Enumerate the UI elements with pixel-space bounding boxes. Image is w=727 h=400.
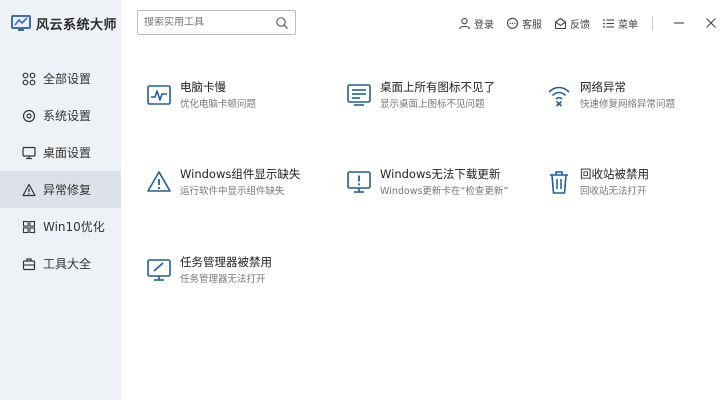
- sidebar-item-error-repair[interactable]: 异常修复: [0, 171, 121, 208]
- menu-label: 菜单: [618, 19, 638, 31]
- card-desc: 快速修复网络异常问题: [580, 99, 676, 110]
- card-desc: 回收站无法打开: [580, 186, 647, 197]
- service-label: 客服: [522, 19, 542, 31]
- sidebar-item-desktop-settings[interactable]: 桌面设置: [0, 134, 121, 171]
- repair-card-slow-pc[interactable]: 电脑卡慢 优化电脑卡顿问题: [146, 80, 336, 120]
- gear-icon: [22, 109, 36, 123]
- card-desc: 显示桌面上图标不见问题: [380, 99, 485, 110]
- mail-icon: [554, 17, 567, 29]
- card-title: Windows组件显示缺失: [180, 167, 301, 181]
- minimize-button[interactable]: [672, 16, 686, 30]
- repair-card-desktop-icons[interactable]: 桌面上所有图标不见了 显示桌面上图标不见问题: [346, 80, 536, 120]
- search-box[interactable]: [137, 10, 296, 35]
- search-icon[interactable]: [275, 16, 289, 30]
- feedback-button[interactable]: 反馈: [554, 16, 590, 31]
- sidebar-item-label: 工具大全: [43, 257, 92, 271]
- menu-button[interactable]: 菜单: [602, 16, 638, 31]
- user-icon: [458, 17, 471, 29]
- monitor-icon: [22, 146, 36, 160]
- sidebar-item-system-settings[interactable]: 系统设置: [0, 97, 121, 134]
- sidebar-item-label: 异常修复: [43, 183, 92, 197]
- sidebar: 风云系统大师 全部设置 系统设置 桌面设置 异常修复 Win10优化 工具大全: [0, 0, 121, 400]
- repair-card-task-manager[interactable]: 任务管理器被禁用 任务管理器无法打开: [146, 255, 336, 295]
- card-title: 桌面上所有图标不见了: [380, 80, 495, 94]
- close-icon: [706, 18, 716, 28]
- minimize-icon: [674, 22, 684, 24]
- card-title: Windows无法下载更新: [380, 167, 501, 181]
- search-input[interactable]: [144, 17, 275, 28]
- sidebar-item-all-settings[interactable]: 全部设置: [0, 60, 121, 97]
- main-panel: 登录 客服 反馈 菜单 电脑卡慢 优化电脑卡顿问题: [121, 0, 727, 400]
- card-desc: 运行软件中显示组件缺失: [180, 186, 285, 197]
- app-logo: 风云系统大师: [10, 12, 117, 34]
- sidebar-item-tools[interactable]: 工具大全: [0, 245, 121, 282]
- card-title: 回收站被禁用: [580, 167, 649, 181]
- chat-icon: [506, 17, 519, 29]
- warning-triangle-icon: [146, 169, 172, 195]
- repair-card-network[interactable]: 网络异常 快速修复网络异常问题: [546, 80, 727, 120]
- repair-card-recycle-bin[interactable]: 回收站被禁用 回收站无法打开: [546, 167, 727, 207]
- card-title: 电脑卡慢: [180, 80, 226, 94]
- repair-card-windows-components[interactable]: Windows组件显示缺失 运行软件中显示组件缺失: [146, 167, 336, 207]
- sidebar-item-label: 全部设置: [43, 72, 92, 86]
- pulse-chart-icon: [146, 82, 172, 108]
- desktop-list-icon: [346, 82, 372, 108]
- close-button[interactable]: [704, 16, 718, 30]
- sidebar-item-win10-optimize[interactable]: Win10优化: [0, 208, 121, 245]
- menu-list-icon: [603, 18, 614, 28]
- top-toolbar: 登录 客服 反馈 菜单: [458, 14, 727, 32]
- service-button[interactable]: 客服: [506, 16, 542, 31]
- card-desc: 任务管理器无法打开: [180, 274, 266, 285]
- card-title: 任务管理器被禁用: [180, 255, 272, 269]
- windows-logo-icon: [22, 220, 36, 234]
- repair-card-windows-update[interactable]: Windows无法下载更新 Windows更新卡在“检查更新”: [346, 167, 536, 207]
- app-logo-icon: [11, 15, 31, 31]
- sidebar-nav: 全部设置 系统设置 桌面设置 异常修复 Win10优化 工具大全: [0, 60, 121, 282]
- app-title: 风云系统大师: [36, 17, 118, 33]
- feedback-label: 反馈: [570, 19, 590, 31]
- grid-circles-icon: [22, 72, 36, 86]
- card-desc: Windows更新卡在“检查更新”: [380, 186, 509, 197]
- trash-icon: [546, 169, 572, 195]
- card-title: 网络异常: [580, 80, 626, 94]
- toolbar-divider: [652, 16, 653, 30]
- monitor-alert-icon: [346, 169, 372, 195]
- toolbox-icon: [22, 257, 36, 271]
- sidebar-item-label: 桌面设置: [43, 146, 92, 160]
- card-desc: 优化电脑卡顿问题: [180, 99, 257, 110]
- sidebar-item-label: Win10优化: [43, 220, 105, 234]
- warning-triangle-icon: [22, 183, 36, 197]
- monitor-check-icon: [146, 257, 172, 283]
- sidebar-item-label: 系统设置: [43, 109, 92, 123]
- login-label: 登录: [474, 19, 494, 31]
- login-button[interactable]: 登录: [458, 16, 494, 31]
- wifi-error-icon: [546, 82, 572, 108]
